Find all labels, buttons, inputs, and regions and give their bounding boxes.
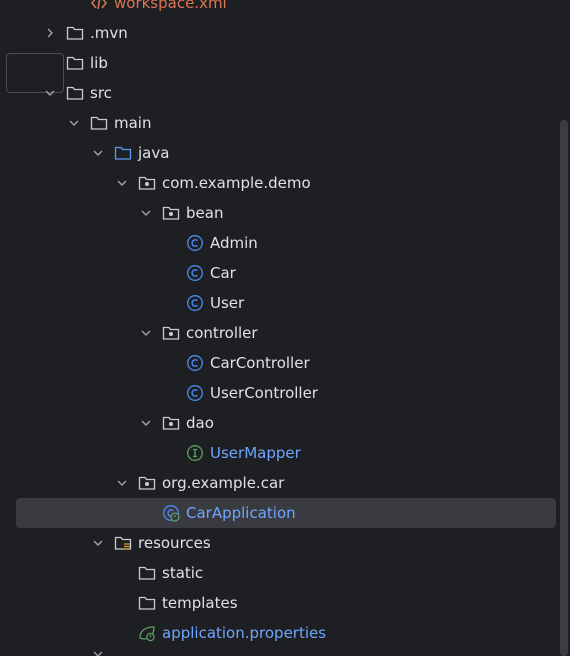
tree-item-label: java xyxy=(138,144,170,162)
tree-item-usermapper[interactable]: UserMapper xyxy=(0,438,558,468)
chevron-down-icon[interactable] xyxy=(44,87,56,99)
chevron-down-icon[interactable] xyxy=(92,147,104,159)
source-folder-icon xyxy=(114,146,132,160)
chevron-down-icon[interactable] xyxy=(140,207,152,219)
class-icon xyxy=(187,295,203,311)
chevron-down-icon[interactable] xyxy=(92,648,104,656)
tree-item-main[interactable]: main xyxy=(0,108,558,138)
tree-item-static[interactable]: static xyxy=(0,558,558,588)
tree-item-bean[interactable]: bean xyxy=(0,198,558,228)
tree-item-org-example-car[interactable]: org.example.car xyxy=(0,468,558,498)
tree-item-workspace-xml[interactable]: workspace.xml xyxy=(0,0,558,18)
tree-item-application-properties[interactable]: application.properties xyxy=(0,618,558,648)
tree-item-label: Car xyxy=(210,264,236,282)
chevron-down-icon[interactable] xyxy=(92,537,104,549)
class-icon xyxy=(187,265,203,281)
package-icon xyxy=(162,326,180,340)
folder-icon xyxy=(138,596,156,610)
spring-properties-icon xyxy=(139,626,155,642)
tree-item-label: workspace.xml xyxy=(114,0,227,12)
tree-item-label: bean xyxy=(186,204,224,222)
class-icon xyxy=(187,385,203,401)
tree-item-label: src xyxy=(90,84,112,102)
tree-item-lib[interactable]: lib xyxy=(0,48,558,78)
tree-item-label: org.example.car xyxy=(162,474,285,492)
tree-item-car[interactable]: Car xyxy=(0,258,558,288)
folder-icon xyxy=(66,56,84,70)
chevron-down-icon[interactable] xyxy=(116,177,128,189)
tree-item-carcontroller[interactable]: CarController xyxy=(0,348,558,378)
tree-item-templates[interactable]: templates xyxy=(0,588,558,618)
tree-item-label: .mvn xyxy=(90,24,128,42)
tree-item-label: lib xyxy=(90,54,108,72)
project-tree: workspace.xml .mvn lib src main java com… xyxy=(0,0,570,656)
tree-item-com-example-demo[interactable]: com.example.demo xyxy=(0,168,558,198)
tree-item-label: com.example.demo xyxy=(162,174,311,192)
folder-icon xyxy=(138,566,156,580)
tree-item-label: UserController xyxy=(210,384,318,402)
tree-item-carapplication[interactable]: CarApplication xyxy=(16,498,556,528)
chevron-down-icon[interactable] xyxy=(140,327,152,339)
tree-item-label: CarApplication xyxy=(186,504,296,522)
package-icon xyxy=(138,476,156,490)
tree-item-src[interactable]: src xyxy=(0,78,558,108)
tree-item-controller[interactable]: controller xyxy=(0,318,558,348)
folder-icon xyxy=(66,26,84,40)
folder-icon xyxy=(66,86,84,100)
package-icon xyxy=(162,206,180,220)
interface-icon xyxy=(187,445,203,461)
tree-item-label: main xyxy=(114,114,152,132)
tree-item-usercontroller[interactable]: UserController xyxy=(0,378,558,408)
tree-item-label: application.properties xyxy=(162,624,327,642)
tree-item-label: User xyxy=(210,294,245,312)
tree-item-label: Admin xyxy=(210,234,258,252)
xml-icon xyxy=(91,0,107,10)
class-icon xyxy=(187,355,203,371)
resources-folder-icon xyxy=(114,536,132,550)
tree-item-label: CarController xyxy=(210,354,310,372)
vertical-scrollbar[interactable] xyxy=(560,120,568,656)
tree-item-label: controller xyxy=(186,324,258,342)
chevron-down-icon[interactable] xyxy=(140,417,152,429)
folder-icon xyxy=(90,116,108,130)
tree-item-resources[interactable]: resources xyxy=(0,528,558,558)
tree-item-user[interactable]: User xyxy=(0,288,558,318)
chevron-down-icon[interactable] xyxy=(68,117,80,129)
package-icon xyxy=(138,176,156,190)
chevron-down-icon[interactable] xyxy=(116,477,128,489)
tree-item-label: static xyxy=(162,564,204,582)
spring-boot-app-icon xyxy=(163,505,180,522)
chevron-right-icon[interactable] xyxy=(44,27,56,39)
tree-item-label: dao xyxy=(186,414,214,432)
class-icon xyxy=(187,235,203,251)
tree-item-java[interactable]: java xyxy=(0,138,558,168)
tree-item-label: resources xyxy=(138,534,211,552)
tree-item-dao[interactable]: dao xyxy=(0,408,558,438)
tree-item-label: templates xyxy=(162,594,238,612)
tree-item-admin[interactable]: Admin xyxy=(0,228,558,258)
package-icon xyxy=(162,416,180,430)
tree-item-label: UserMapper xyxy=(210,444,301,462)
tree-item-mvn[interactable]: .mvn xyxy=(0,18,558,48)
